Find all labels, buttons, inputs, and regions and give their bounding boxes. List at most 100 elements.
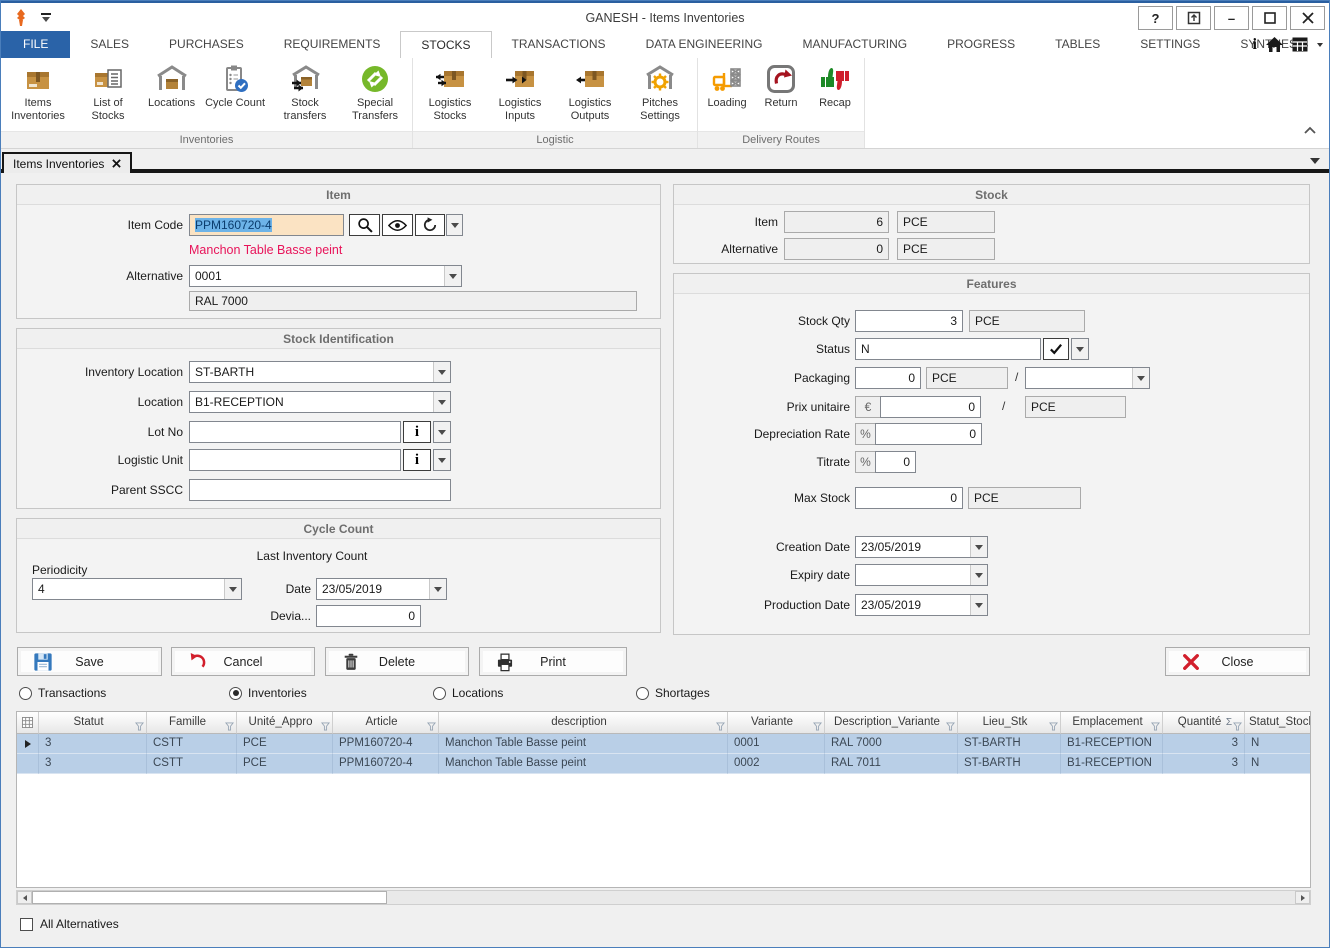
col-header-article[interactable]: Article [333, 712, 439, 734]
close-button[interactable]: Close [1165, 647, 1310, 676]
cell-emplacement[interactable]: B1-RECEPTION [1061, 754, 1163, 774]
titrate-input[interactable]: 0 [875, 451, 916, 473]
tab-sales[interactable]: SALES [70, 31, 149, 58]
tab-manufacturing[interactable]: MANUFACTURING [782, 31, 927, 58]
alternative-caret[interactable] [444, 266, 461, 286]
stock-transfers-button[interactable]: Stock transfers [270, 60, 340, 131]
tab-purchases[interactable]: PURCHASES [149, 31, 264, 58]
radio-transactions[interactable]: Transactions [19, 686, 106, 700]
doc-tab-items-inventories[interactable]: Items Inventories [2, 152, 132, 173]
lot-no-input[interactable] [189, 421, 401, 443]
recap-button[interactable]: Recap [808, 60, 862, 131]
scroll-left-button[interactable] [17, 891, 32, 904]
loading-button[interactable]: Loading [700, 60, 754, 131]
logistic-unit-caret[interactable] [433, 449, 451, 471]
col-header-lieu-stk[interactable]: Lieu_Stk [958, 712, 1061, 734]
col-header-variante[interactable]: Variante [728, 712, 825, 734]
cycle-count-button[interactable]: Cycle Count [200, 60, 270, 131]
select-all-cell[interactable] [17, 712, 39, 734]
pitches-settings-button[interactable]: Pitches Settings [625, 60, 695, 131]
scrollbar-thumb[interactable] [32, 891, 387, 904]
col-header-description[interactable]: description [439, 712, 728, 734]
radio-shortages[interactable]: Shortages [636, 686, 710, 700]
cell-description[interactable]: Manchon Table Basse peint [439, 754, 728, 774]
cell-quantite[interactable]: 3 [1163, 754, 1245, 774]
logistics-inputs-button[interactable]: Logistics Inputs [485, 60, 555, 131]
info-icon[interactable]: i [1253, 36, 1257, 54]
creation-date-caret[interactable] [970, 537, 987, 557]
tab-transactions[interactable]: TRANSACTIONS [492, 31, 626, 58]
packaging-combo[interactable] [1025, 367, 1150, 389]
cell-lieu-stk[interactable]: ST-BARTH [958, 734, 1061, 754]
special-transfers-button[interactable]: Special Transfers [340, 60, 410, 131]
filter-icon[interactable] [225, 718, 234, 734]
cell-statut-stock[interactable]: N [1245, 754, 1311, 774]
logistics-stocks-button[interactable]: Logistics Stocks [415, 60, 485, 131]
grid-horizontal-scrollbar[interactable] [16, 890, 1311, 905]
list-of-stocks-button[interactable]: List of Stocks [73, 60, 143, 131]
creation-date-combo[interactable]: 23/05/2019 [855, 536, 988, 558]
deviation-input[interactable]: 0 [316, 605, 421, 627]
filter-icon[interactable] [1151, 718, 1160, 734]
cell-lieu-stk[interactable]: ST-BARTH [958, 754, 1061, 774]
tab-close-icon[interactable] [112, 159, 121, 168]
unit-price-input[interactable]: 0 [880, 396, 981, 418]
print-button[interactable]: Print [479, 647, 627, 676]
cell-variante[interactable]: 0001 [728, 734, 825, 754]
help-button[interactable]: ? [1138, 6, 1173, 30]
radio-inventories[interactable]: Inventories [229, 686, 307, 700]
status-input[interactable]: N [855, 338, 1041, 360]
inventory-location-combo[interactable]: ST-BARTH [189, 361, 451, 383]
delete-button[interactable]: Delete [325, 647, 469, 676]
logistics-outputs-button[interactable]: Logistics Outputs [555, 60, 625, 131]
status-check-button[interactable] [1043, 338, 1069, 360]
search-button[interactable] [349, 214, 380, 236]
home-icon[interactable] [1266, 37, 1283, 52]
filter-icon[interactable] [1233, 718, 1242, 734]
items-inventories-button[interactable]: Items Inventories [3, 60, 73, 131]
filter-icon[interactable] [135, 718, 144, 734]
status-caret[interactable] [1071, 338, 1089, 360]
stock-qty-input[interactable]: 3 [855, 310, 963, 332]
tab-file[interactable]: FILE [1, 31, 70, 58]
depreciation-input[interactable]: 0 [875, 423, 982, 445]
tab-tables[interactable]: TABLES [1035, 31, 1120, 58]
cell-statut[interactable]: 3 [39, 754, 147, 774]
cell-quantite[interactable]: 3 [1163, 734, 1245, 754]
cell-article[interactable]: PPM160720-4 [333, 754, 439, 774]
col-header-quantite[interactable]: QuantitéΣ [1163, 712, 1245, 734]
production-date-combo[interactable]: 23/05/2019 [855, 594, 988, 616]
col-header-unite-appro[interactable]: Unité_Appro [237, 712, 333, 734]
ribbon-collapse-button[interactable] [1303, 122, 1317, 140]
cell-unite-appro[interactable]: PCE [237, 754, 333, 774]
save-button[interactable]: Save [17, 647, 162, 676]
scroll-right-button[interactable] [1295, 891, 1310, 904]
cell-unite-appro[interactable]: PCE [237, 734, 333, 754]
radio-locations[interactable]: Locations [433, 686, 503, 700]
expiry-date-combo[interactable] [855, 564, 988, 586]
cell-statut-stock[interactable]: N [1245, 734, 1311, 754]
cell-emplacement[interactable]: B1-RECEPTION [1061, 734, 1163, 754]
return-button[interactable]: Return [754, 60, 808, 131]
cell-variante[interactable]: 0002 [728, 754, 825, 774]
tab-settings[interactable]: SETTINGS [1120, 31, 1220, 58]
tool-dropdown-caret[interactable] [1317, 43, 1323, 47]
cell-famille[interactable]: CSTT [147, 734, 237, 754]
cell-statut[interactable]: 3 [39, 734, 147, 754]
parent-sscc-input[interactable] [189, 479, 451, 501]
last-count-date-caret[interactable] [429, 579, 446, 599]
inventory-location-caret[interactable] [433, 362, 450, 382]
cell-famille[interactable]: CSTT [147, 754, 237, 774]
refresh-button[interactable] [415, 214, 445, 236]
lot-no-info-button[interactable]: i [403, 421, 431, 443]
production-date-caret[interactable] [970, 595, 987, 615]
refresh-dropdown-caret[interactable] [446, 214, 463, 236]
filter-icon[interactable] [946, 718, 955, 734]
cancel-button[interactable]: Cancel [171, 647, 315, 676]
logistic-unit-info-button[interactable]: i [403, 449, 431, 471]
item-code-input[interactable]: PPM160720-4 [189, 214, 344, 236]
cell-description[interactable]: Manchon Table Basse peint [439, 734, 728, 754]
packaging-caret[interactable] [1132, 368, 1149, 388]
grid-row-2[interactable]: 3 CSTT PCE PPM160720-4 Manchon Table Bas… [17, 754, 1310, 774]
tab-stocks[interactable]: STOCKS [400, 31, 491, 59]
